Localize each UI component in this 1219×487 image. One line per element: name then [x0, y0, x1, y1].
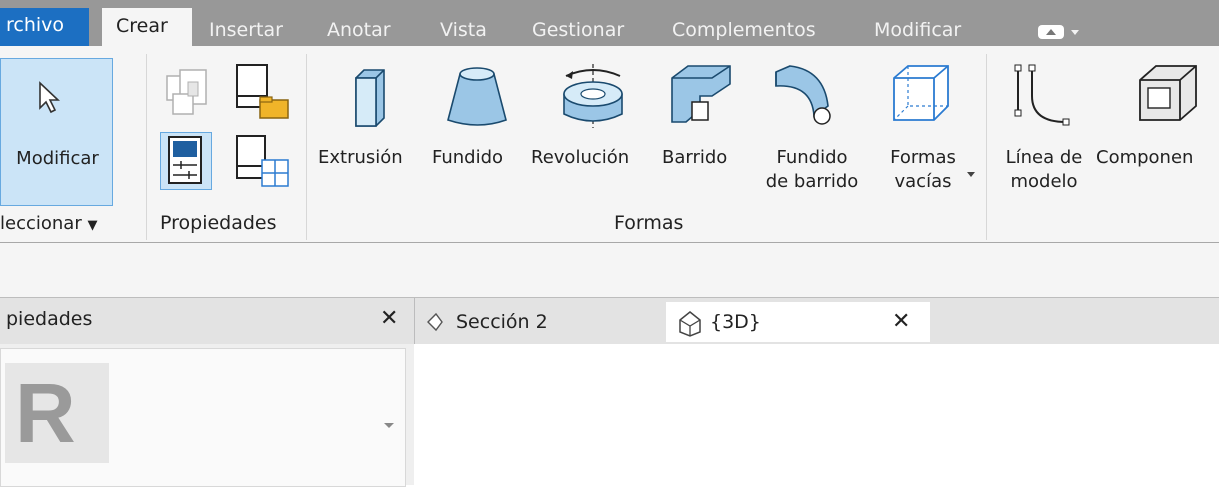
tab-insertar[interactable]: Insertar [209, 14, 283, 46]
properties-panel: piedades ✕ R [0, 298, 415, 487]
workspace-dropdown-icon[interactable] [1034, 20, 1086, 42]
revit-logo: R [5, 363, 109, 463]
tab-archivo[interactable]: rchivo [0, 8, 89, 46]
tab-section-2[interactable]: Sección 2 [418, 302, 656, 342]
component-label: Componen [1096, 147, 1194, 168]
tab-3d-view[interactable]: {3D} ✕ [666, 302, 930, 342]
separator [146, 54, 147, 240]
type-properties-icon[interactable] [232, 132, 292, 194]
extrusion-label: Extrusión [318, 147, 403, 168]
tab-anotar[interactable]: Anotar [327, 14, 391, 46]
sweep-icon[interactable] [666, 62, 734, 130]
swept-blend-label: Fundido de barrido [757, 146, 867, 194]
properties-group-label: Propiedades [160, 212, 277, 234]
blend-icon[interactable] [444, 64, 510, 128]
tab-gestionar[interactable]: Gestionar [532, 14, 624, 46]
separator [986, 54, 987, 240]
void-forms-label-line2: vacías [894, 171, 952, 192]
separator [306, 54, 307, 240]
menu-bar: rchivo Crear Insertar Anotar Vista Gesti… [0, 0, 1219, 46]
blend-label: Fundido [432, 147, 504, 168]
3d-tab-label: {3D} [710, 311, 761, 333]
revit-logo-letter: R [15, 366, 76, 460]
close-icon[interactable]: ✕ [892, 302, 910, 342]
tab-crear[interactable]: Crear [102, 8, 192, 46]
options-bar [0, 243, 1219, 298]
family-types-icon[interactable] [164, 66, 214, 118]
chevron-down-icon: ▼ [87, 218, 98, 233]
model-line-label-line1: Línea de [1005, 147, 1083, 168]
properties-icon [168, 136, 202, 184]
properties-panel-header: piedades ✕ [0, 298, 414, 344]
close-icon[interactable]: ✕ [380, 306, 398, 331]
revolve-label: Revolución [531, 147, 630, 168]
tab-modificar[interactable]: Modificar [874, 14, 961, 46]
tab-vista[interactable]: Vista [440, 14, 487, 46]
model-line-label: Línea de modelo [998, 146, 1090, 194]
select-dropdown[interactable]: leccionar ▼ [0, 212, 97, 238]
chevron-down-icon[interactable] [383, 415, 395, 428]
swept-blend-label-line1: Fundido [776, 147, 848, 168]
revolve-icon[interactable] [558, 60, 628, 130]
cursor-arrow-icon [39, 81, 60, 114]
void-forms-dropdown[interactable]: Formas vacías [878, 146, 968, 194]
properties-button[interactable] [160, 132, 212, 190]
ribbon: Modificar leccionar ▼ Propiedades Extrus… [0, 46, 1219, 243]
void-forms-label-line1: Formas [890, 147, 956, 168]
properties-panel-title: piedades [6, 308, 93, 330]
type-selector[interactable]: R [0, 348, 406, 487]
chevron-down-icon [966, 164, 976, 177]
sweep-label: Barrido [662, 147, 728, 168]
model-line-icon[interactable] [1010, 62, 1076, 132]
swept-blend-icon[interactable] [772, 62, 834, 132]
family-category-icon[interactable] [232, 60, 292, 122]
section-tab-label: Sección 2 [456, 311, 548, 333]
extrusion-icon[interactable] [350, 66, 390, 130]
swept-blend-label-line2: de barrido [765, 171, 859, 192]
component-icon[interactable] [1136, 62, 1200, 130]
void-forms-icon[interactable] [890, 62, 952, 128]
forms-group-label: Formas [614, 212, 684, 234]
select-label: leccionar [0, 213, 82, 234]
modify-label: Modificar [16, 148, 99, 169]
modify-button[interactable]: Modificar [0, 58, 113, 206]
model-line-label-line2: modelo [1010, 171, 1078, 192]
tab-complementos[interactable]: Complementos [672, 14, 816, 46]
drawing-canvas[interactable] [414, 344, 1219, 485]
